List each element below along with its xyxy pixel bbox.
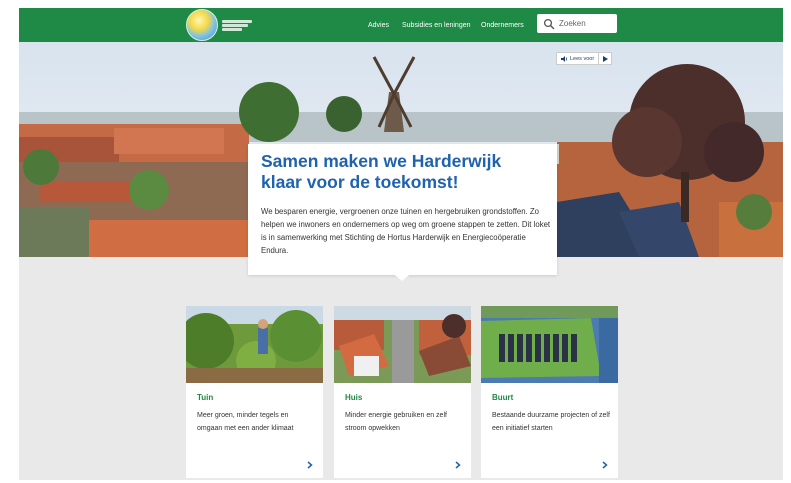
card-huis-image	[334, 306, 471, 383]
speaker-icon	[561, 55, 568, 62]
play-icon	[602, 55, 608, 62]
card-buurt-text: Bestaande duurzame projecten of zelf een…	[492, 412, 610, 432]
intro-card: Samen maken we Harderwijk klaar voor de …	[248, 144, 557, 281]
card-buurt-image	[481, 306, 618, 383]
logo-wordmark	[222, 19, 252, 31]
card-tuin[interactable]: Tuin Meer groen, minder tegels en omgaan…	[186, 306, 323, 478]
chevron-right-icon[interactable]	[600, 460, 610, 470]
card-huis-title: Huis	[345, 393, 363, 402]
card-huis-text: Minder energie gebruiken en zelf stroom …	[345, 412, 447, 432]
card-buurt-title: Buurt	[492, 393, 514, 402]
lees-voor-main[interactable]: Lees voor	[557, 53, 598, 64]
card-huis[interactable]: Huis Minder energie gebruiken en zelf st…	[334, 306, 471, 478]
chevron-right-icon[interactable]	[305, 460, 315, 470]
logo-emblem	[186, 9, 218, 41]
page-title-line-2: klaar voor de toekomst!	[261, 172, 459, 192]
search-icon[interactable]	[543, 18, 555, 30]
page: Advies Subsidies en leningen Ondernemers	[19, 8, 783, 480]
card-buurt[interactable]: Buurt Bestaande duurzame projecten of ze…	[481, 306, 618, 478]
lees-voor-label: Lees voor	[570, 55, 595, 62]
intro-text: We besparen energie, vergroenen onze tui…	[261, 207, 551, 255]
chevron-right-icon[interactable]	[453, 460, 463, 470]
card-tuin-text: Meer groen, minder tegels en omgaan met …	[197, 412, 294, 432]
page-title: Samen maken we Harderwijk klaar voor de …	[261, 151, 546, 193]
nav-link-ondernemers[interactable]: Ondernemers	[481, 22, 524, 29]
lees-voor-button[interactable]: Lees voor	[556, 52, 613, 65]
nav-advies: Advies	[368, 8, 389, 42]
nav-ondernemers: Ondernemers	[481, 8, 524, 42]
card-tuin-image	[186, 306, 323, 383]
page-title-line-1: Samen maken we Harderwijk	[261, 151, 502, 171]
nav-link-subsidies[interactable]: Subsidies en leningen	[402, 22, 471, 29]
nav-subsidies: Subsidies en leningen	[402, 8, 471, 42]
search-input[interactable]	[559, 19, 615, 28]
card-tuin-title: Tuin	[197, 393, 214, 402]
nav-link-advies[interactable]: Advies	[368, 22, 389, 29]
search-box[interactable]	[537, 14, 617, 33]
site-header: Advies Subsidies en leningen Ondernemers	[19, 8, 783, 42]
play-button[interactable]	[598, 53, 611, 64]
logo[interactable]	[186, 9, 254, 41]
